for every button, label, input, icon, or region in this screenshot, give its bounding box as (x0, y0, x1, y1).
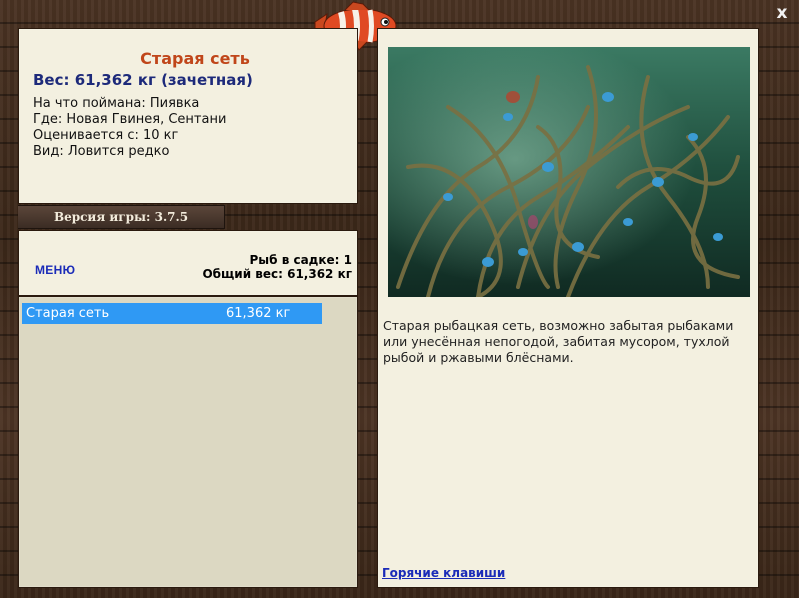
location: Где: Новая Гвинея, Сентани (33, 112, 227, 127)
list-item[interactable]: Старая сеть 61,362 кг (22, 303, 322, 324)
fish-photo (388, 47, 750, 297)
rated-from: Оценивается с: 10 кг (33, 128, 179, 143)
fish-description: Старая рыбацкая сеть, возможно забытая р… (383, 318, 734, 365)
rarity: Вид: Ловится редко (33, 144, 170, 159)
total-weight: Общий вес: 61,362 кг (202, 267, 352, 281)
fish-detail-panel: Старая рыбацкая сеть, возможно забытая р… (377, 28, 759, 588)
game-version: Версия игры: 3.7.5 (18, 205, 225, 229)
fish-count: Рыб в садке: 1 (249, 253, 353, 267)
list-item-weight: 61,362 кг (226, 306, 291, 321)
menu-button[interactable]: МЕНЮ (35, 263, 75, 277)
menu-panel: МЕНЮ Рыб в садке: 1 Общий вес: 61,362 кг (18, 230, 358, 296)
fish-weight: Вес: 61,362 кг (зачетная) (33, 71, 253, 89)
list-item-name: Старая сеть (26, 306, 110, 321)
fish-info-panel: Старая сеть Вес: 61,362 кг (зачетная) На… (18, 28, 358, 204)
hotkeys-link[interactable]: Горячие клавиши (382, 566, 505, 580)
fish-name: Старая сеть (140, 49, 250, 68)
caught-on: На что поймана: Пиявка (33, 96, 200, 111)
close-icon[interactable]: x (773, 4, 791, 22)
catch-list: Старая сеть 61,362 кг (18, 296, 358, 588)
